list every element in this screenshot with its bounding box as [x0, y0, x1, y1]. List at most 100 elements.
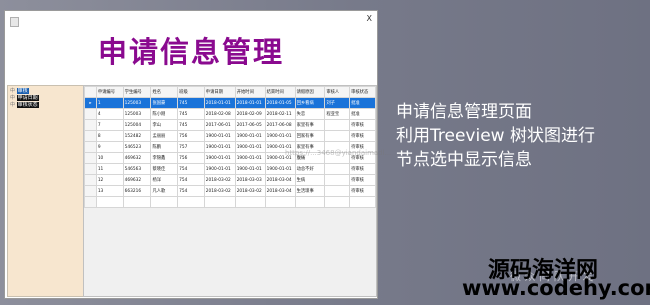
- row-selector[interactable]: [84, 141, 97, 153]
- table-cell[interactable]: 9: [95, 141, 124, 153]
- table-row[interactable]: 12 469632 杨洋 754 2018-03-02 2018-03-03 2018-03…: [84, 174, 376, 186]
- table-cell[interactable]: 批准: [349, 97, 376, 109]
- table-cell[interactable]: 陈小刚: [150, 108, 179, 120]
- table-cell[interactable]: [294, 196, 326, 208]
- table-cell[interactable]: 469632: [122, 152, 152, 164]
- column-header[interactable]: 班级: [177, 86, 205, 98]
- table-cell[interactable]: [324, 185, 351, 197]
- table-cell[interactable]: 152482: [122, 130, 152, 142]
- tree-node-apply-date[interactable]: 中 申请日期: [10, 95, 39, 101]
- table-cell[interactable]: [324, 119, 351, 131]
- row-selector[interactable]: [84, 119, 97, 131]
- table-cell[interactable]: 756: [177, 152, 205, 164]
- row-selector[interactable]: [84, 185, 97, 197]
- table-cell[interactable]: 2018-02-11: [264, 108, 296, 120]
- table-cell[interactable]: [122, 196, 152, 208]
- row-selector[interactable]: [84, 174, 97, 186]
- table-cell[interactable]: 125003: [122, 108, 152, 120]
- table-cell[interactable]: 663216: [122, 185, 152, 197]
- data-grid[interactable]: 申请编号 学生编号 姓名 班级 申请日期 开始时间 结束时间 请假原因 审核人 …: [83, 85, 377, 297]
- table-cell[interactable]: 2018-03-03: [234, 174, 266, 186]
- table-cell[interactable]: 1900-01-01: [203, 152, 236, 164]
- table-row[interactable]: 4 125003 陈小刚 745 2018-02-08 2018-02-09 2018-02…: [84, 108, 376, 120]
- table-cell[interactable]: 2017-06-05: [234, 119, 266, 131]
- table-cell[interactable]: 张国豪: [150, 97, 179, 109]
- table-cell[interactable]: 2018-01-01: [203, 97, 236, 109]
- table-cell[interactable]: 1900-01-01: [234, 141, 266, 153]
- table-cell[interactable]: [324, 196, 351, 208]
- table-cell[interactable]: 757: [177, 141, 205, 153]
- table-cell[interactable]: 生病: [294, 174, 326, 186]
- table-cell[interactable]: 待审核: [349, 185, 376, 197]
- table-cell[interactable]: 2018-02-09: [234, 108, 266, 120]
- table-cell[interactable]: 2018-03-02: [203, 174, 236, 186]
- row-selector[interactable]: [84, 152, 97, 164]
- table-cell[interactable]: 754: [177, 163, 205, 175]
- table-row[interactable]: 13 663216 凡人歌 754 2018-03-02 2018-03-02 2018-0…: [84, 185, 376, 197]
- table-cell[interactable]: 125004: [122, 119, 152, 131]
- table-cell[interactable]: 1900-01-01: [234, 152, 266, 164]
- table-row[interactable]: ▸ 1 125003 张国豪 745 2018-01-01 2018-01-01 2018-0…: [84, 97, 376, 109]
- table-cell[interactable]: 蔡晓佳: [150, 163, 179, 175]
- table-cell[interactable]: 754: [177, 174, 205, 186]
- table-cell[interactable]: 1900-01-01: [234, 130, 266, 142]
- table-cell[interactable]: 7: [95, 119, 124, 131]
- table-cell[interactable]: 745: [177, 108, 205, 120]
- column-header[interactable]: 请假原因: [294, 86, 326, 98]
- table-cell[interactable]: 回家有事: [294, 130, 326, 142]
- column-header[interactable]: 结束时间: [264, 86, 296, 98]
- table-cell[interactable]: 家里有事: [294, 119, 326, 131]
- tree-node-audit[interactable]: 中 审核: [10, 88, 29, 94]
- table-cell[interactable]: 546563: [122, 163, 152, 175]
- table-cell[interactable]: 745: [177, 119, 205, 131]
- table-cell[interactable]: 动总不好: [294, 163, 326, 175]
- table-cell[interactable]: [264, 196, 296, 208]
- table-cell[interactable]: 2018-03-02: [234, 185, 266, 197]
- table-cell[interactable]: 回乡看病: [294, 97, 326, 109]
- table-cell[interactable]: 待审核: [349, 130, 376, 142]
- column-header[interactable]: 学生编号: [122, 86, 152, 98]
- column-header[interactable]: 申请日期: [203, 86, 236, 98]
- table-cell[interactable]: [234, 196, 266, 208]
- table-cell[interactable]: 待审核: [349, 163, 376, 175]
- table-cell[interactable]: 754: [177, 185, 205, 197]
- row-selector[interactable]: [84, 130, 97, 142]
- table-cell[interactable]: 12: [95, 174, 124, 186]
- table-cell[interactable]: 陈鹏: [150, 141, 179, 153]
- table-cell[interactable]: 生活琐事: [294, 185, 326, 197]
- table-cell[interactable]: 李锦鑫: [150, 152, 179, 164]
- table-cell[interactable]: [203, 196, 236, 208]
- table-cell[interactable]: 11: [95, 163, 124, 175]
- table-cell[interactable]: 756: [177, 130, 205, 142]
- table-cell[interactable]: 程亚宝: [324, 108, 351, 120]
- table-cell[interactable]: 2018-01-05: [264, 97, 296, 109]
- table-cell[interactable]: [324, 130, 351, 142]
- column-header[interactable]: 申请编号: [95, 86, 124, 98]
- table-row[interactable]: [84, 196, 376, 208]
- column-header[interactable]: 审核人: [324, 86, 351, 98]
- column-header[interactable]: 开始时间: [234, 86, 266, 98]
- table-cell[interactable]: 刘子: [324, 97, 351, 109]
- table-cell[interactable]: 批准: [349, 108, 376, 120]
- table-cell[interactable]: 1900-01-01: [234, 163, 266, 175]
- treeview[interactable]: 中 审核 中 申请日期 中 审核状态: [7, 85, 84, 297]
- table-cell[interactable]: 失恋: [294, 108, 326, 120]
- table-cell[interactable]: 待审核: [349, 174, 376, 186]
- column-header[interactable]: 姓名: [150, 86, 179, 98]
- table-cell[interactable]: 10: [95, 152, 124, 164]
- table-cell[interactable]: 125003: [122, 97, 152, 109]
- table-cell[interactable]: [324, 174, 351, 186]
- column-header[interactable]: 审核状态: [349, 86, 376, 98]
- table-cell[interactable]: 2017-06-01: [203, 119, 236, 131]
- table-cell[interactable]: 1900-01-01: [203, 141, 236, 153]
- table-cell[interactable]: 杨洋: [150, 174, 179, 186]
- row-selector[interactable]: [84, 163, 97, 175]
- table-cell[interactable]: 1900-01-01: [203, 130, 236, 142]
- row-selector[interactable]: [84, 196, 97, 208]
- table-cell[interactable]: [150, 196, 179, 208]
- table-cell[interactable]: 4: [95, 108, 124, 120]
- table-cell[interactable]: 469632: [122, 174, 152, 186]
- row-selector[interactable]: [84, 108, 97, 120]
- table-row[interactable]: 7 125004 李山 745 2017-06-01 2017-06-05 2017-06-…: [84, 119, 376, 131]
- table-cell[interactable]: [324, 163, 351, 175]
